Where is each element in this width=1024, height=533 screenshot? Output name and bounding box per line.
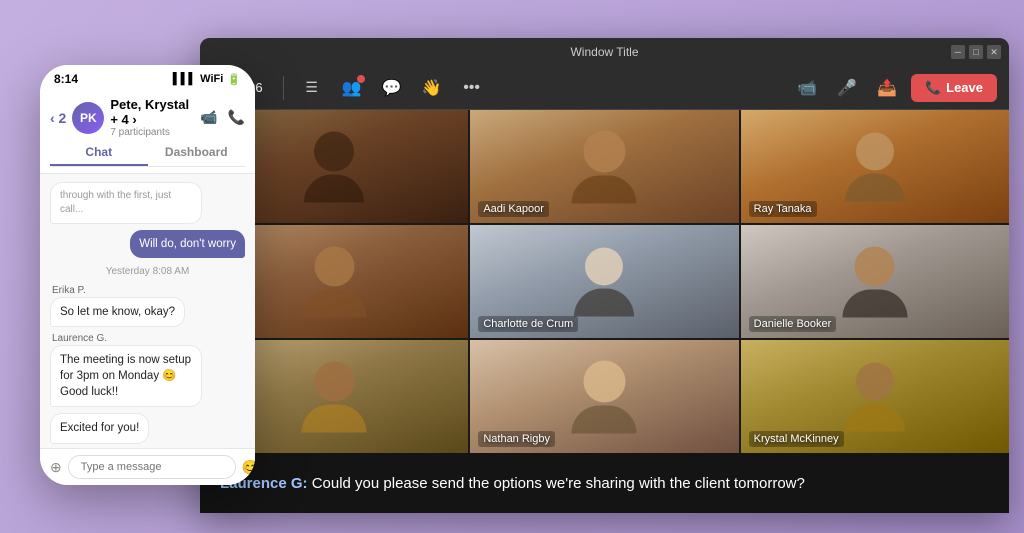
battery-icon: 🔋 <box>227 73 241 86</box>
camera-button[interactable]: 📹 <box>791 72 823 104</box>
message-bubble: So let me know, okay? <box>50 297 185 327</box>
chat-header: ‹ 2 PK Pete, Krystal + 4 › 7 participant… <box>40 93 255 174</box>
video-cell-nathan: Nathan Rigby <box>470 340 738 453</box>
back-button[interactable]: ‹ 2 <box>50 110 66 126</box>
participant-name-nathan: Nathan Rigby <box>478 431 555 447</box>
participant-name-ray: Ray Tanaka <box>749 201 817 217</box>
message-input[interactable] <box>68 455 236 479</box>
transcript-bar: Laurence G: Could you please send the op… <box>200 453 1009 513</box>
menu-button[interactable]: ☰ <box>296 72 328 104</box>
message-bubble: Excited for you! <box>50 413 149 443</box>
video-cell-charlotte: Charlotte de Crum <box>470 225 738 338</box>
phone-statusbar: 8:14 ▌▌▌ WiFi 🔋 <box>40 65 255 93</box>
chat-avatar: PK <box>72 102 104 134</box>
chat-participants: 7 participants <box>110 127 194 138</box>
teams-toolbar: 00:22:06 ☰ 👥 💬 👋 ••• 📹 🎤 📤 📞 Leave <box>200 66 1009 110</box>
participant-name-krystal: Krystal McKinney <box>749 431 844 447</box>
wifi-icon: WiFi <box>200 73 223 85</box>
transcript-message: Could you please send the options we're … <box>308 475 805 492</box>
video-call-icon[interactable]: 📹 <box>200 109 217 126</box>
window-controls: ─ □ ✕ <box>951 45 1001 59</box>
mic-button[interactable]: 🎤 <box>831 72 863 104</box>
chat-nav: ‹ 2 PK Pete, Krystal + 4 › 7 participant… <box>50 97 245 138</box>
status-icons: ▌▌▌ WiFi 🔋 <box>173 73 241 86</box>
tab-chat[interactable]: Chat <box>50 140 148 166</box>
leave-button[interactable]: 📞 Leave <box>911 74 997 102</box>
chat-name: Pete, Krystal + 4 › <box>110 97 194 127</box>
video-grid: Aadi Kapoor Ray Tanaka Charlotte de Crum <box>200 110 1009 453</box>
video-cell-aadi-kapoor: Aadi Kapoor <box>470 110 738 223</box>
phone-icon: 📞 <box>925 80 941 96</box>
list-item: Laurence G. The meeting is now setup for… <box>50 333 245 407</box>
more-button[interactable]: ••• <box>456 72 488 104</box>
video-cell-danielle: Danielle Booker <box>741 225 1009 338</box>
date-label: Yesterday 8:08 AM <box>50 266 245 277</box>
participant-name-aadi: Aadi Kapoor <box>478 201 549 217</box>
phone-call-icon[interactable]: 📞 <box>228 109 245 126</box>
phone-mockup: 8:14 ▌▌▌ WiFi 🔋 ‹ 2 PK Pete, Krystal + 4… <box>40 65 255 485</box>
signal-icon: ▌▌▌ <box>173 73 196 85</box>
chat-action-icons: 📹 📞 <box>200 109 245 126</box>
minimize-button[interactable]: ─ <box>951 45 965 59</box>
maximize-button[interactable]: □ <box>969 45 983 59</box>
messages-area: through with the first, just call... Wil… <box>40 174 255 448</box>
participant-name-danielle: Danielle Booker <box>749 316 837 332</box>
video-cell-ray-tanaka: Ray Tanaka <box>741 110 1009 223</box>
transcript-content: Laurence G: Could you please send the op… <box>220 475 805 492</box>
window-titlebar: Window Title ─ □ ✕ <box>200 38 1009 66</box>
message-sender: Laurence G. <box>52 333 245 344</box>
list-item: through with the first, just call... <box>50 182 245 224</box>
reactions-button[interactable]: 👋 <box>416 72 448 104</box>
chat-info: Pete, Krystal + 4 › 7 participants <box>110 97 194 138</box>
list-item: Will do, don't worry <box>50 230 245 258</box>
chat-button[interactable]: 💬 <box>376 72 408 104</box>
message-bubble: Will do, don't worry <box>130 230 245 258</box>
tab-dashboard[interactable]: Dashboard <box>148 140 246 166</box>
phone-time: 8:14 <box>54 72 78 86</box>
add-icon[interactable]: ⊕ <box>50 459 62 476</box>
message-sender: Erika P. <box>52 285 245 296</box>
message-bubble: through with the first, just call... <box>50 182 202 224</box>
people-button[interactable]: 👥 <box>336 72 368 104</box>
list-item: Excited for you! <box>50 413 245 443</box>
message-input-bar: ⊕ 😊 🎤 <box>40 448 255 485</box>
close-button[interactable]: ✕ <box>987 45 1001 59</box>
desktop-window: Window Title ─ □ ✕ 00:22:06 ☰ 👥 💬 👋 ••• … <box>200 38 1009 513</box>
video-cell-krystal: Krystal McKinney <box>741 340 1009 453</box>
chat-tabs: Chat Dashboard <box>50 140 245 167</box>
participant-name-charlotte: Charlotte de Crum <box>478 316 578 332</box>
message-bubble: The meeting is now setup for 3pm on Mond… <box>50 345 202 407</box>
list-item: Erika P. So let me know, okay? <box>50 285 245 327</box>
share-button[interactable]: 📤 <box>871 72 903 104</box>
window-title: Window Title <box>570 45 638 59</box>
